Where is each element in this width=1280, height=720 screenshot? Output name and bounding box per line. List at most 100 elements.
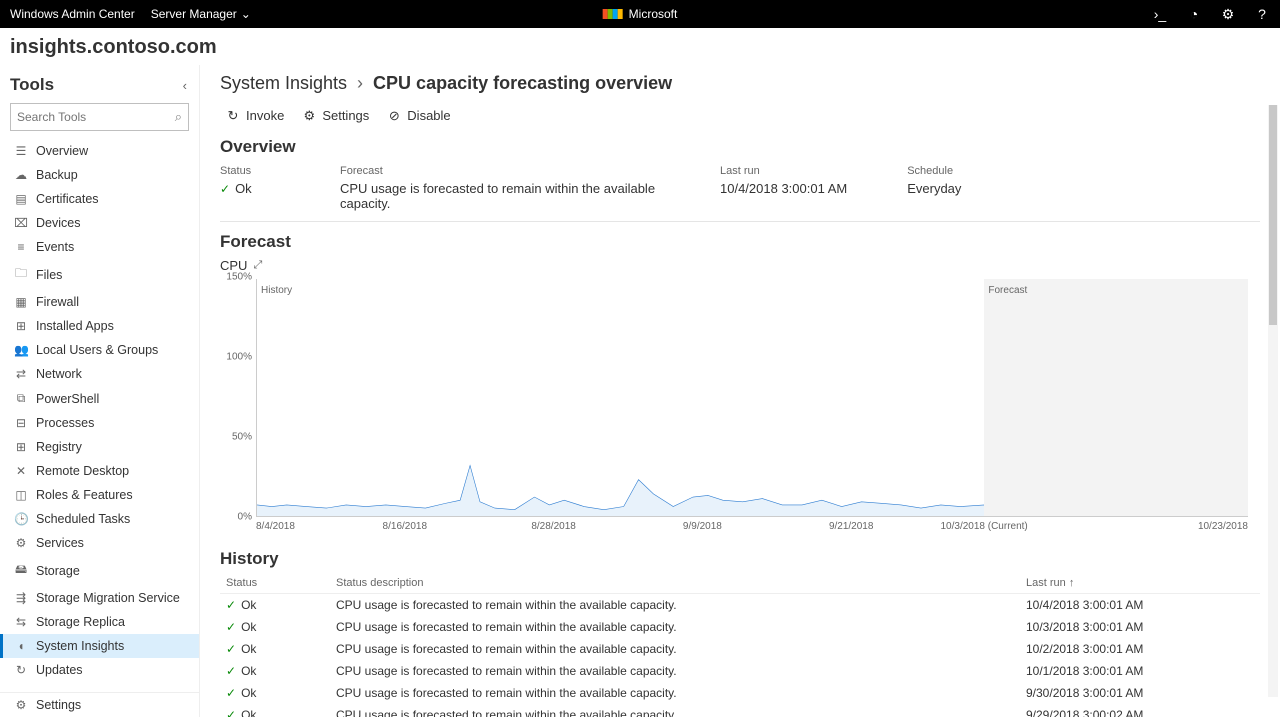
- overview-heading: Overview: [220, 137, 1260, 157]
- search-tools[interactable]: ⌕: [10, 103, 189, 131]
- server-dropdown[interactable]: Server Manager ⌄: [151, 7, 251, 21]
- product-title: Windows Admin Center: [10, 7, 135, 21]
- sidebar-item-files[interactable]: 🗀Files: [0, 259, 199, 290]
- table-row[interactable]: ✓OkCPU usage is forecasted to remain wit…: [220, 638, 1260, 660]
- forecast-label: Forecast: [340, 165, 660, 177]
- col-desc[interactable]: Status description: [330, 573, 1020, 594]
- sort-asc-icon: ↑: [1069, 577, 1075, 589]
- settings-gear-icon[interactable]: ⚙: [1220, 6, 1236, 22]
- sidebar-item-processes[interactable]: ⊟ Processes: [0, 411, 199, 435]
- host-title: insights.contoso.com: [0, 28, 1280, 65]
- sidebar-item-backup[interactable]: ☁Backup: [0, 163, 199, 187]
- sidebar-item-label: Firewall: [36, 295, 79, 309]
- tool-icon: 👥: [14, 343, 28, 357]
- sidebar-item-label: Remote Desktop: [36, 464, 129, 478]
- collapse-sidebar-icon[interactable]: ‹: [183, 78, 187, 93]
- sidebar-item-updates[interactable]: ↻Updates: [0, 658, 199, 682]
- microsoft-logo-icon: [603, 9, 613, 19]
- lastrun-label: Last run: [720, 165, 847, 177]
- tool-icon: ◫: [14, 488, 28, 502]
- sidebar-item-overview[interactable]: ☰Overview: [0, 139, 199, 163]
- settings-button[interactable]: ⚙Settings: [302, 108, 369, 123]
- sidebar-item-label: Processes: [36, 416, 94, 430]
- sidebar-item-label: Certificates: [36, 192, 99, 206]
- tool-icon: ▦: [14, 295, 28, 309]
- console-icon[interactable]: ›_: [1152, 6, 1168, 22]
- breadcrumb-current: CPU capacity forecasting overview: [373, 73, 672, 94]
- sidebar-item-registry[interactable]: ⊞ Registry: [0, 435, 199, 459]
- table-row[interactable]: ✓OkCPU usage is forecasted to remain wit…: [220, 594, 1260, 617]
- chevron-down-icon: ⌄: [241, 7, 251, 21]
- disable-button[interactable]: ⊘Disable: [387, 108, 450, 123]
- tool-icon: ▤: [14, 192, 28, 206]
- sidebar-item-label: Services: [36, 536, 84, 550]
- check-icon: ✓: [226, 642, 236, 656]
- sidebar: Tools ‹ ⌕ ☰Overview☁Backup ▤ Certificates ⌧…: [0, 65, 200, 717]
- forecast-region: [984, 279, 1248, 516]
- sidebar-settings[interactable]: ⚙ Settings: [0, 693, 199, 717]
- sidebar-item-installed-apps[interactable]: ⊞ Installed Apps: [0, 314, 199, 338]
- sidebar-item-firewall[interactable]: ▦ Firewall: [0, 290, 199, 314]
- sidebar-item-powershell[interactable]: ⧉PowerShell: [0, 386, 199, 411]
- notifications-icon[interactable]: ◔: [1186, 6, 1202, 22]
- sidebar-item-label: Local Users & Groups: [36, 343, 158, 357]
- tool-icon: ⚙: [14, 536, 28, 550]
- schedule-value: Everyday: [907, 181, 967, 196]
- sidebar-item-label: Files: [36, 268, 62, 282]
- main-content: System Insights › CPU capacity forecasti…: [200, 65, 1280, 717]
- sidebar-item-network[interactable]: ⇄Network: [0, 362, 199, 386]
- sidebar-item-system-insights[interactable]: ◖System Insights: [0, 634, 199, 658]
- tool-icon: ≡: [14, 240, 28, 254]
- tool-icon: ⊞: [14, 440, 28, 454]
- sidebar-item-storage-replica[interactable]: ⇆Storage Replica: [0, 610, 199, 634]
- breadcrumb-parent[interactable]: System Insights: [220, 73, 347, 94]
- scrollbar[interactable]: [1268, 105, 1278, 697]
- command-bar: ↻Invoke ⚙Settings ⊘Disable: [220, 102, 1260, 133]
- search-input[interactable]: [17, 110, 175, 124]
- expand-icon[interactable]: ⤢: [253, 259, 262, 272]
- sidebar-item-label: Settings: [36, 698, 81, 712]
- tool-icon: ⊟: [14, 416, 28, 430]
- table-row[interactable]: ✓OkCPU usage is forecasted to remain wit…: [220, 616, 1260, 638]
- check-icon: ✓: [226, 664, 236, 678]
- sidebar-item-events[interactable]: ≡ Events: [0, 235, 199, 259]
- sidebar-item-storage[interactable]: 🖴Storage: [0, 555, 199, 586]
- check-icon: ✓: [226, 708, 236, 717]
- table-row[interactable]: ✓OkCPU usage is forecasted to remain wit…: [220, 660, 1260, 682]
- tool-icon: ✕: [14, 464, 28, 478]
- tool-icon: ⇆: [14, 615, 28, 629]
- forecast-region-label: Forecast: [988, 285, 1027, 296]
- table-row[interactable]: ✓OkCPU usage is forecasted to remain wit…: [220, 704, 1260, 717]
- sidebar-item-label: Registry: [36, 440, 82, 454]
- sidebar-item-certificates[interactable]: ▤ Certificates: [0, 187, 199, 211]
- tool-icon: 🖴: [14, 560, 28, 581]
- sidebar-item-label: Updates: [36, 663, 83, 677]
- microsoft-logo-icon-2: [613, 9, 623, 19]
- sidebar-item-scheduled-tasks[interactable]: 🕒 Scheduled Tasks: [0, 507, 199, 531]
- sidebar-item-label: Events: [36, 240, 74, 254]
- sidebar-item-label: Scheduled Tasks: [36, 512, 130, 526]
- sidebar-item-label: Backup: [36, 168, 78, 182]
- sidebar-item-label: Installed Apps: [36, 319, 114, 333]
- sidebar-item-label: Overview: [36, 144, 88, 158]
- table-row[interactable]: ✓OkCPU usage is forecasted to remain wit…: [220, 682, 1260, 704]
- invoke-button[interactable]: ↻Invoke: [226, 108, 284, 123]
- sidebar-item-services[interactable]: ⚙ Services: [0, 531, 199, 555]
- status-value: Ok: [235, 181, 252, 196]
- lastrun-value: 10/4/2018 3:00:01 AM: [720, 181, 847, 196]
- sidebar-item-devices[interactable]: ⌧Devices: [0, 211, 199, 235]
- help-icon[interactable]: ?: [1254, 6, 1270, 22]
- sidebar-item-roles-features[interactable]: ◫Roles & Features: [0, 483, 199, 507]
- chevron-right-icon: ›: [357, 73, 363, 94]
- tool-icon: 🕒: [14, 512, 28, 526]
- tool-icon: ⊞: [14, 319, 28, 333]
- tool-icon: ◖: [14, 639, 28, 653]
- col-lastrun[interactable]: Last run ↑: [1020, 573, 1260, 594]
- sidebar-heading: Tools: [10, 75, 54, 95]
- sidebar-item-local-users-groups[interactable]: 👥 Local Users & Groups: [0, 338, 199, 362]
- sidebar-item-storage-migration-service[interactable]: ⇶Storage Migration Service: [0, 586, 199, 610]
- sidebar-item-remote-desktop[interactable]: ✕ Remote Desktop: [0, 459, 199, 483]
- check-icon: ✓: [226, 598, 236, 612]
- tool-icon: ⇄: [14, 367, 28, 381]
- col-status[interactable]: Status: [220, 573, 330, 594]
